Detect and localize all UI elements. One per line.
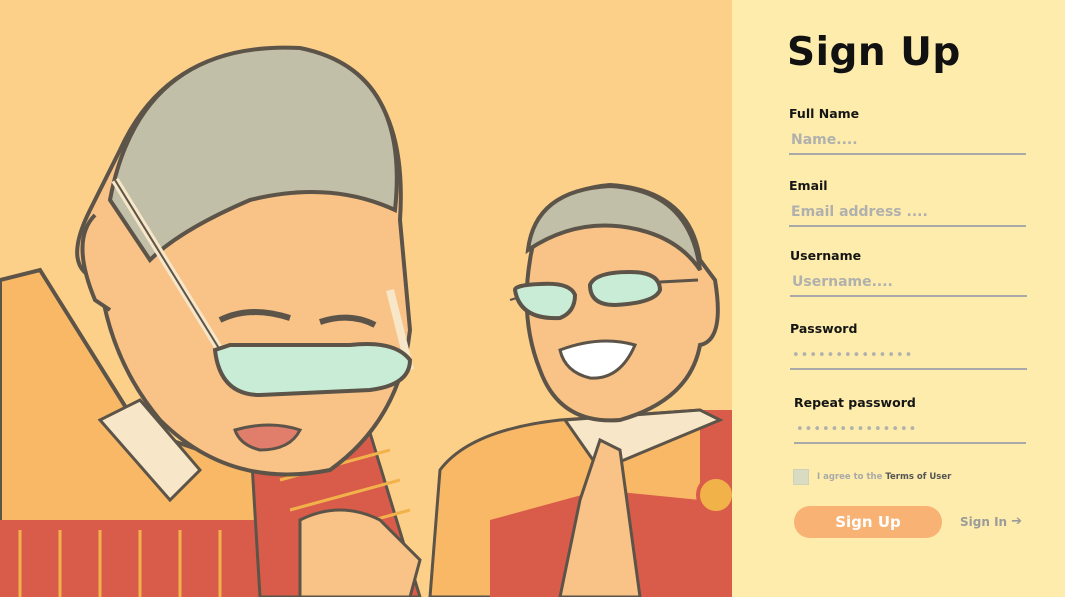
repeat-password-input[interactable] [794,416,1026,444]
terms-prefix: I agree to the [817,472,883,482]
sign-up-button[interactable]: Sign Up [794,506,942,538]
terms-agreement: I agree to the Terms of User [793,469,951,485]
repeat-password-field: Repeat password [794,395,1026,444]
full-name-label: Full Name [789,106,860,121]
arrow-right-icon: ➔ [1011,514,1022,529]
email-label: Email [789,178,828,193]
terms-checkbox[interactable] [793,469,809,485]
sign-in-label: Sign In [960,514,1008,529]
password-label: Password [790,321,858,336]
full-name-field: Full Name [789,106,1026,155]
username-input[interactable] [790,269,1027,297]
email-field: Email [789,178,1026,227]
two-monks-illustration [0,0,732,597]
username-field: Username [790,248,1027,297]
full-name-input[interactable] [789,127,1026,155]
email-input[interactable] [789,199,1026,227]
username-label: Username [790,248,862,263]
repeat-password-label: Repeat password [794,395,916,410]
hero-illustration [0,0,732,597]
page-title: Sign Up [787,30,961,75]
signup-form-panel: Sign Up Full Name Email Username Passwor… [732,0,1065,597]
terms-link[interactable]: Terms of User [885,472,951,482]
sign-in-link[interactable]: Sign In ➔ [960,514,1022,529]
password-input[interactable] [790,342,1027,370]
password-field: Password [790,321,1027,370]
